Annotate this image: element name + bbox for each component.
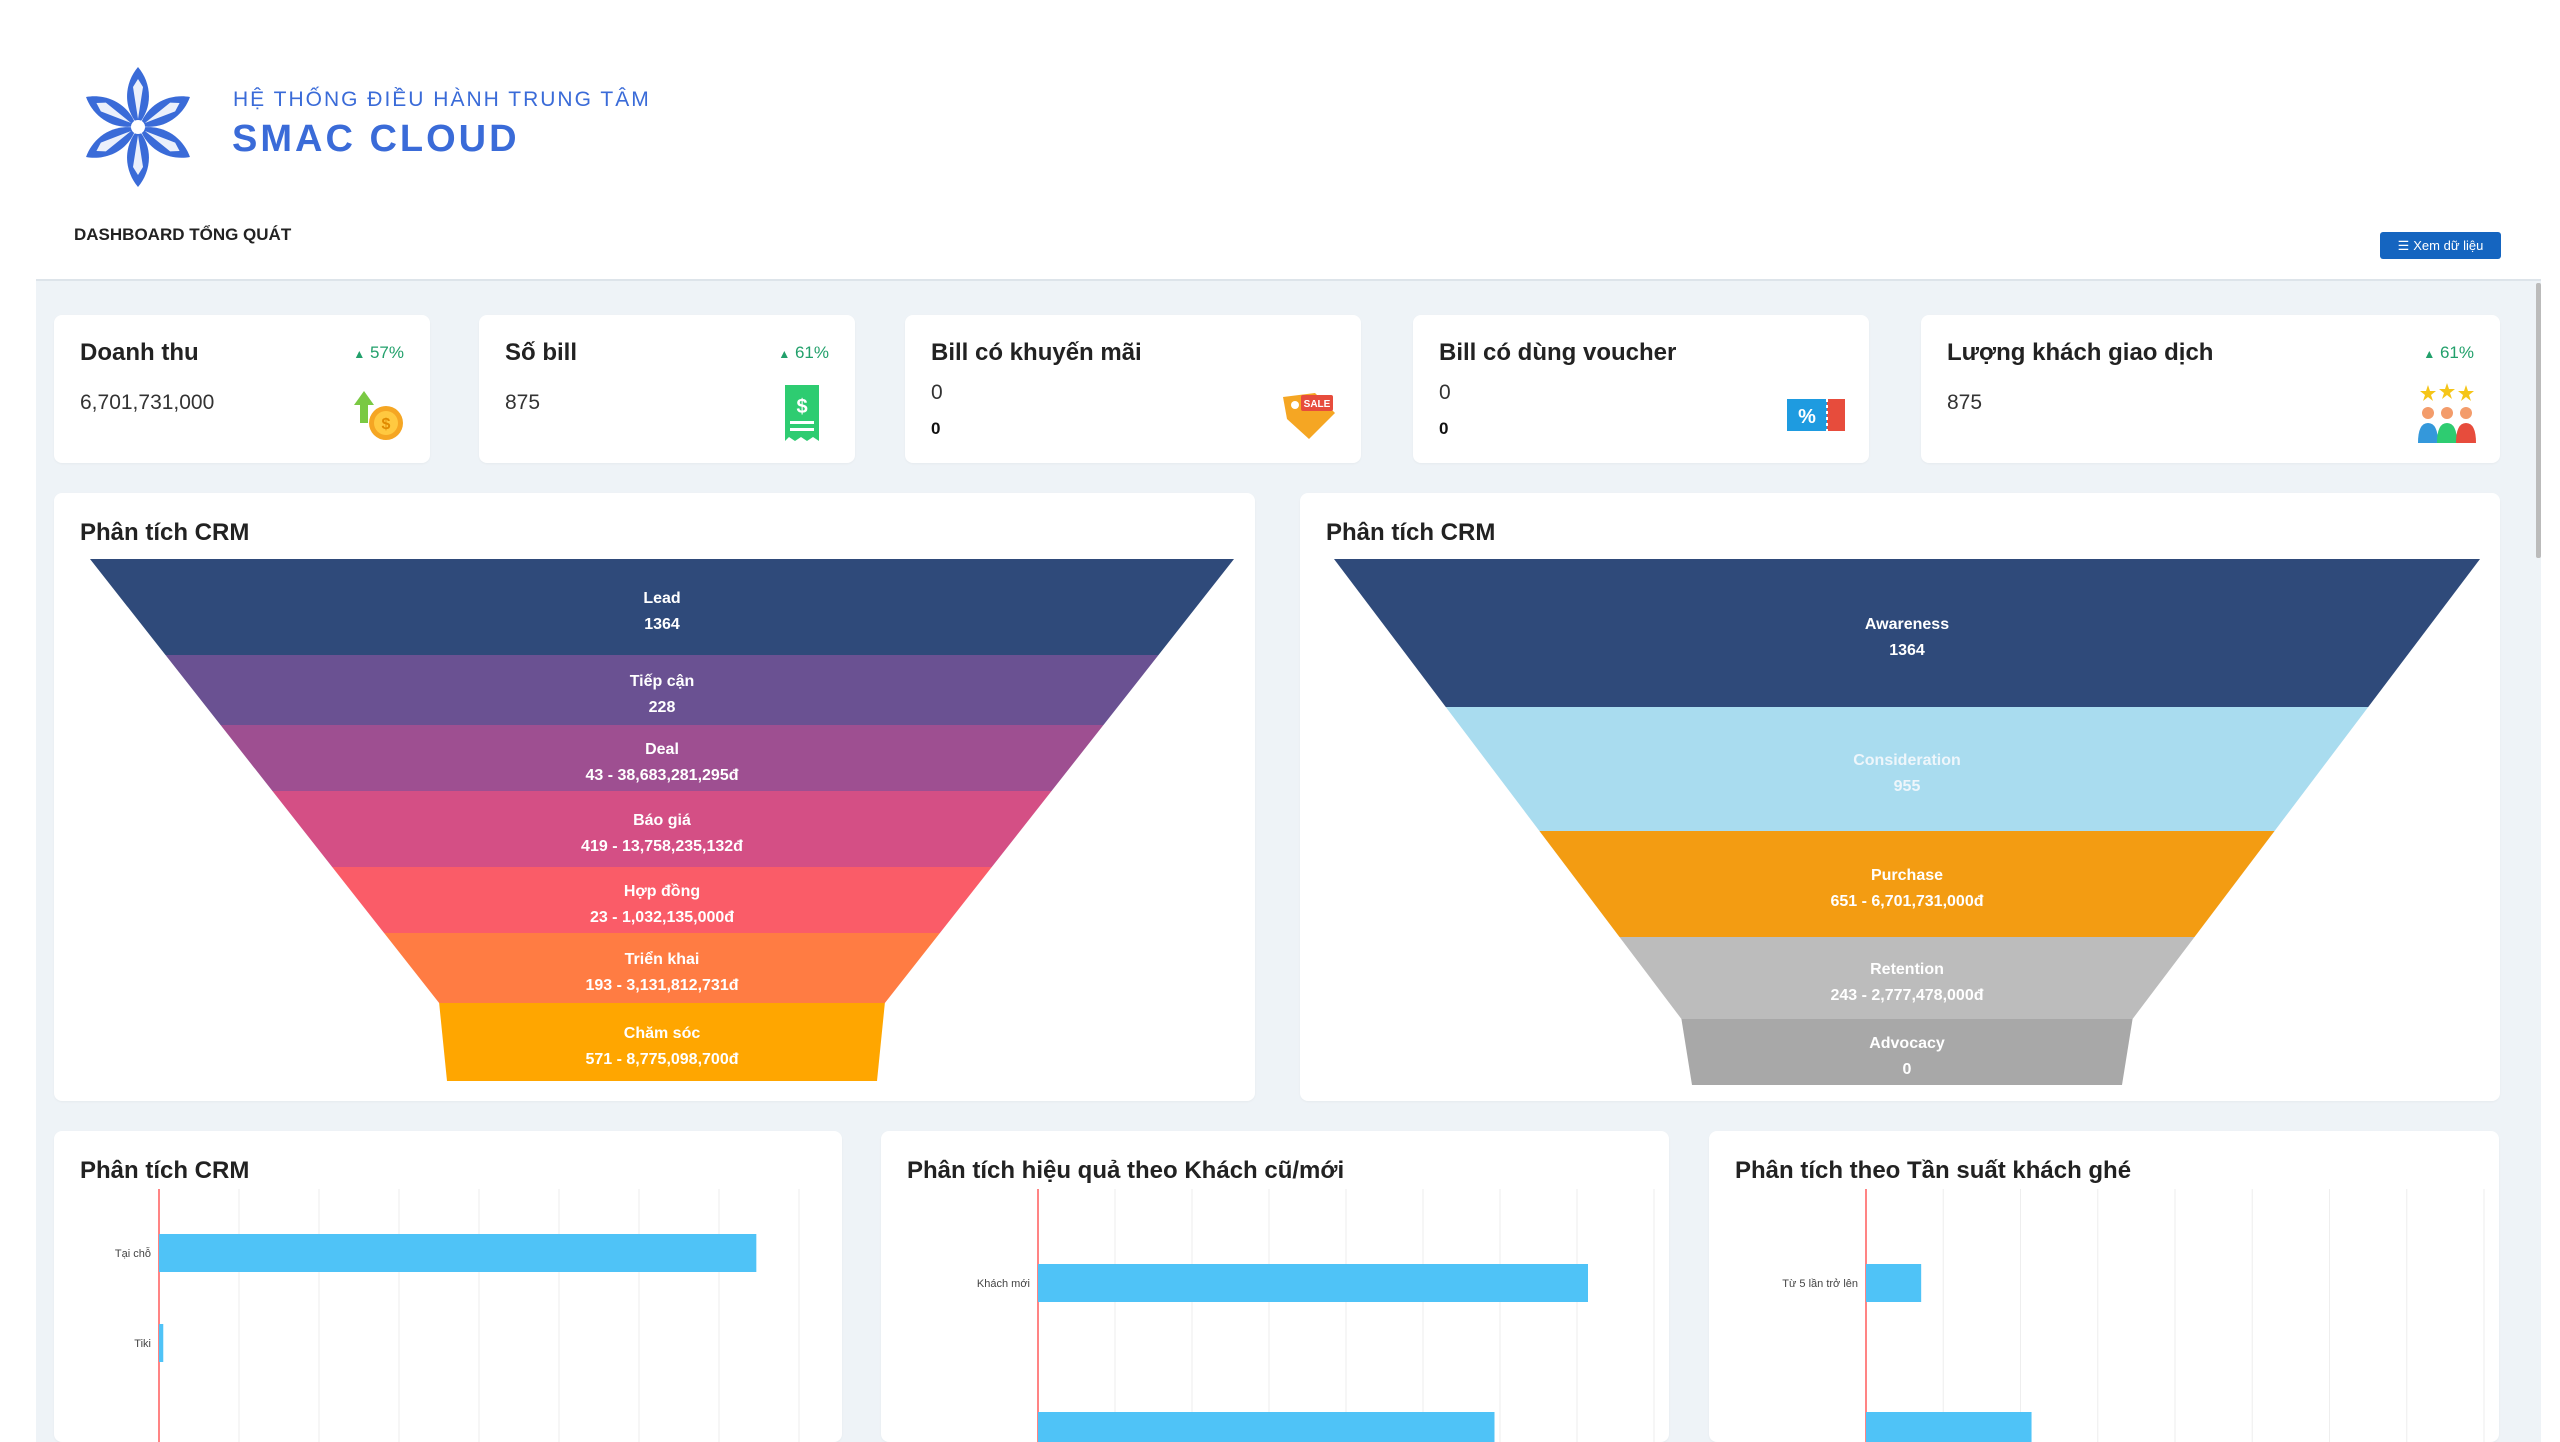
funnel-stage-label: 243 - 2,777,478,000đ [1830,987,1983,1004]
funnel-stage-label: 571 - 8,775,098,700đ [585,1051,738,1068]
bar[interactable] [1866,1412,2032,1442]
funnel-stage-label: 228 [649,699,676,716]
page-title: DASHBOARD TỔNG QUÁT [74,225,292,244]
list-icon: ☰ [2397,238,2410,253]
sale-tag-icon: SALE [1283,393,1335,439]
bill-receipt-icon: $ [785,385,819,441]
kpi-sub-value: 0 [1439,419,1449,438]
funnel-stage[interactable] [1334,559,2480,707]
svg-text:$: $ [382,416,391,433]
funnel-stage[interactable] [90,559,1234,655]
crm-funnel-panel: Phân tích CRM Lead 1364 Tiếp cận 228 Deal 43 … [54,493,1255,1101]
funnel-stage-name: Hợp đồng [624,883,700,900]
visit-frequency-panel: Phân tích theo Tần suất khách ghé Từ 5 l… [1709,1131,2499,1442]
kpi-card-voucher-bills: Bill có dùng voucher 0 0 % [1413,315,1869,463]
funnel-stage-name: Chăm sóc [624,1025,701,1042]
bar-category-label: Tiki [134,1338,151,1350]
brand-subtitle: HỆ THỐNG ĐIỀU HÀNH TRUNG TÂM [233,88,651,111]
aida-funnel-panel: Phân tích CRM Awareness 1364 Consideration… [1300,493,2500,1101]
funnel-stage[interactable] [1539,831,2275,937]
customers-stars-icon [2418,383,2476,443]
kpi-change: ▲ 61% [2423,343,2474,363]
svg-text:%: % [1798,406,1816,428]
bar-category-label: Khách mới [977,1278,1030,1290]
funnel-stage-label: 419 - 13,758,235,132đ [581,838,743,855]
voucher-icon: % [1787,399,1845,431]
channel-bar-panel: Phân tích CRM Tại chỗ Tiki [54,1131,842,1442]
bar[interactable] [159,1324,164,1362]
visit-frequency-bar-chart: Từ 5 lần trở lên [1782,1189,2485,1442]
kpi-value: 875 [505,391,541,414]
funnel-stage-name: Triển khai [625,950,700,968]
arrow-up-icon: ▲ [353,347,366,361]
kpi-change: ▲ 57% [353,343,404,363]
bar[interactable] [1038,1264,1588,1302]
funnel-stage-label: 23 - 1,032,135,000đ [590,909,734,926]
view-data-label: Xem dữ liệu [2413,238,2484,253]
kpi-sub-value: 0 [931,419,941,438]
customer-type-panel: Phân tích hiệu quả theo Khách cũ/mới Khá… [881,1131,1669,1442]
funnel-stage-name: Deal [645,741,679,758]
crm-funnel-chart: Lead 1364 Tiếp cận 228 Deal 43 - 38,683,281,2… [90,559,1234,1081]
kpi-change-value: 57% [369,343,404,362]
customer-type-bar-chart: Khách mới [977,1189,1655,1442]
bar-category-label: Từ 5 lần trở lên [1782,1278,1858,1290]
bar[interactable] [1866,1264,1922,1302]
channel-bar-chart: Tại chỗ Tiki [115,1189,800,1442]
kpi-card-revenue: Doanh thu ▲ 57% 6,701,731,000 $ [54,315,430,463]
kpi-title: Số bill [505,339,577,366]
brand-title: SMAC CLOUD [232,118,520,160]
funnel-stage-name: Advocacy [1869,1035,1945,1052]
bar-category-label: Tại chỗ [115,1247,151,1260]
funnel-stage[interactable] [439,1003,885,1081]
kpi-value: 0 [1439,381,1451,404]
kpi-card-promo-bills: Bill có khuyến mãi 0 0 SALE [905,315,1361,463]
kpi-change: ▲ 61% [778,343,829,363]
kpi-title: Bill có dùng voucher [1439,339,1677,366]
svg-text:$: $ [796,396,807,418]
funnel-stage[interactable] [272,791,1052,867]
funnel-stage-label: 0 [1903,1061,1912,1078]
funnel-stage-label: 43 - 38,683,281,295đ [585,767,738,784]
arrow-up-icon: ▲ [778,347,791,361]
kpi-title: Lượng khách giao dịch [1947,339,2214,366]
kpi-change-value: 61% [794,343,829,362]
funnel-stage-label: 1364 [1889,642,1925,659]
revenue-coin-icon: $ [354,391,403,440]
funnel-stage-name: Consideration [1853,752,1961,769]
kpi-title: Bill có khuyến mãi [931,339,1142,366]
funnel-stage-label: 1364 [644,616,680,633]
funnel-stage-name: Tiếp cận [630,673,695,690]
kpi-title: Doanh thu [80,339,199,366]
kpi-card-bill-count: Số bill ▲ 61% 875 $ [479,315,855,463]
bar[interactable] [159,1234,757,1272]
svg-text:SALE: SALE [1304,399,1331,410]
funnel-stage[interactable] [1445,707,2369,831]
funnel-stage[interactable] [1619,937,2195,1019]
funnel-stage-name: Báo giá [633,812,691,829]
funnel-stage-name: Lead [643,590,680,607]
funnel-stage-label: 193 - 3,131,812,731đ [585,977,738,994]
funnel-stage-name: Awareness [1865,616,1949,633]
smac-logo-icon [86,67,190,187]
funnel-stage-label: 651 - 6,701,731,000đ [1830,893,1983,910]
bar[interactable] [1038,1412,1495,1442]
kpi-card-customers: Lượng khách giao dịch ▲ 61% 875 [1921,315,2500,463]
view-data-button[interactable]: ☰ Xem dữ liệu [2380,232,2501,259]
kpi-change-value: 61% [2439,343,2474,362]
dashboard-content[interactable]: Doanh thu ▲ 57% 6,701,731,000 $ Số bill … [36,279,2541,1442]
kpi-value: 0 [931,381,943,404]
funnel-stage-name: Purchase [1871,867,1943,884]
kpi-value: 875 [1947,391,1983,414]
funnel-stage-name: Retention [1870,961,1944,978]
aida-funnel-chart: Awareness 1364 Consideration 955 Purchase 651… [1334,559,2480,1085]
kpi-value: 6,701,731,000 [80,391,215,414]
vertical-scrollbar[interactable] [2536,283,2541,558]
funnel-stage-label: 955 [1894,778,1921,795]
arrow-up-icon: ▲ [2423,347,2436,361]
